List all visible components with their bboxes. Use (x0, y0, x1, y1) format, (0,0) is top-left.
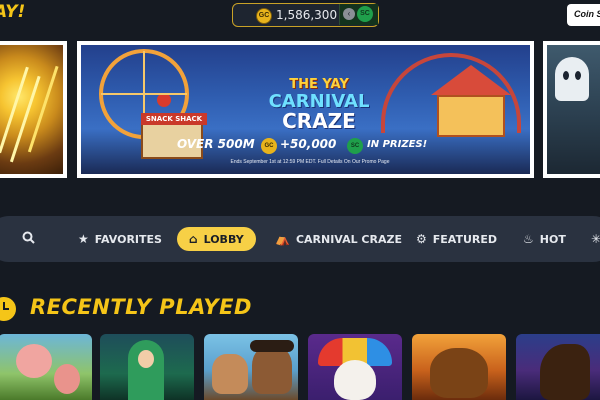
nav-hot-label: HOT (539, 232, 566, 246)
nav-carnival-craze[interactable]: ⛺ CARNIVAL CRAZE (275, 227, 402, 251)
medal-icon: ⚙ (416, 232, 427, 246)
home-icon: ⌂ (189, 232, 198, 246)
sweeps-coin-icon: SC (357, 6, 373, 22)
chevron-left-icon: ‹ (343, 8, 355, 20)
star-icon: ★ (78, 232, 89, 246)
banner-slide-next[interactable] (543, 41, 600, 178)
game-tile-green-sorceress[interactable] (100, 334, 194, 400)
promo-fine-print: Ends September 1st at 12:59 PM EDT. Full… (230, 159, 390, 165)
pig-illustration (54, 364, 80, 394)
dog-illustration (252, 346, 292, 394)
nav-hot[interactable]: ♨ HOT (523, 227, 566, 251)
game-tile-jester-joker[interactable] (308, 334, 402, 400)
ferris-hub (157, 93, 171, 107)
category-nav-bar: ★ FAVORITES ⌂ LOBBY ⛺ CARNIVAL CRAZE ⚙ F… (0, 216, 600, 262)
nav-featured-label: FEATURED (432, 232, 498, 246)
ghost-illustration (555, 57, 589, 101)
banner-title-line3: CRAZE (282, 109, 356, 133)
jester-face (334, 360, 376, 400)
carousel-body (437, 95, 505, 137)
ghost-eye (575, 71, 581, 80)
game-tile-pig-farm[interactable] (0, 334, 92, 400)
prize-line: OVER 500M GC +50,000 SC IN PRIZES! (177, 137, 443, 155)
dog-illustration (212, 354, 248, 394)
game-tile-wild-horse[interactable] (516, 334, 600, 400)
carnival-icon: ⛺ (275, 232, 290, 246)
recently-played-list (0, 334, 600, 400)
snack-shack-sign: SNACK SHACK (141, 113, 207, 125)
nav-carnival-label: CARNIVAL CRAZE (295, 232, 402, 246)
nav-lobby-label: LOBBY (203, 232, 244, 246)
balance-amount: 1,586,300 (276, 8, 338, 22)
coin-store-button[interactable]: Coin S (567, 4, 600, 26)
sorceress-illustration (128, 340, 164, 400)
prize-plus-text: +50,000 (280, 137, 337, 151)
nav-featured[interactable]: ⚙ FEATURED (416, 227, 497, 251)
horse-illustration (540, 344, 590, 400)
ghost-eye (563, 71, 569, 80)
buffalo-illustration (430, 348, 488, 398)
gold-coin-icon: GC (261, 138, 277, 154)
site-logo[interactable]: AY! (0, 2, 25, 22)
pig-illustration (16, 344, 52, 378)
gold-coin-icon: GC (256, 8, 272, 24)
sorceress-face (138, 350, 154, 368)
sweeps-coin-icon: SC (347, 138, 363, 154)
banner-title-line1: THE YAY (289, 77, 349, 92)
recently-played-title: RECENTLY PLAYED (30, 295, 252, 319)
search-icon (22, 231, 35, 247)
sparkle-icon: ✳ (591, 232, 600, 246)
nav-search[interactable] (22, 227, 41, 251)
casino-lobby-page: AY! GC 1,586,300 ‹ SC Coin S SNACK SHACK… (0, 0, 600, 400)
prize-suffix-text: IN PRIZES! (367, 139, 428, 150)
currency-toggle[interactable]: ‹ SC (339, 4, 378, 25)
pirate-hat (250, 340, 294, 352)
carousel-roof (431, 65, 511, 95)
game-tile-pirate-dogs[interactable] (204, 334, 298, 400)
nav-favorites-label: FAVORITES (94, 232, 162, 246)
top-header: AY! GC 1,586,300 ‹ SC Coin S (0, 0, 600, 30)
clock-icon (0, 297, 16, 321)
game-tile-golden-buffalo[interactable] (412, 334, 506, 400)
nav-more[interactable]: ✳ (591, 227, 600, 251)
carnival-craze-banner[interactable]: SNACK SHACK THE YAY CARNIVAL CRAZE OVER … (77, 41, 534, 178)
nav-favorites[interactable]: ★ FAVORITES (78, 227, 162, 251)
prize-over-text: OVER 500M (177, 137, 255, 151)
coin-balance-widget[interactable]: GC 1,586,300 ‹ SC (232, 3, 379, 27)
banner-slide-previous[interactable] (0, 41, 67, 178)
nav-lobby[interactable]: ⌂ LOBBY (177, 227, 256, 251)
flame-icon: ♨ (523, 232, 534, 246)
carousel-illustration (431, 65, 511, 137)
